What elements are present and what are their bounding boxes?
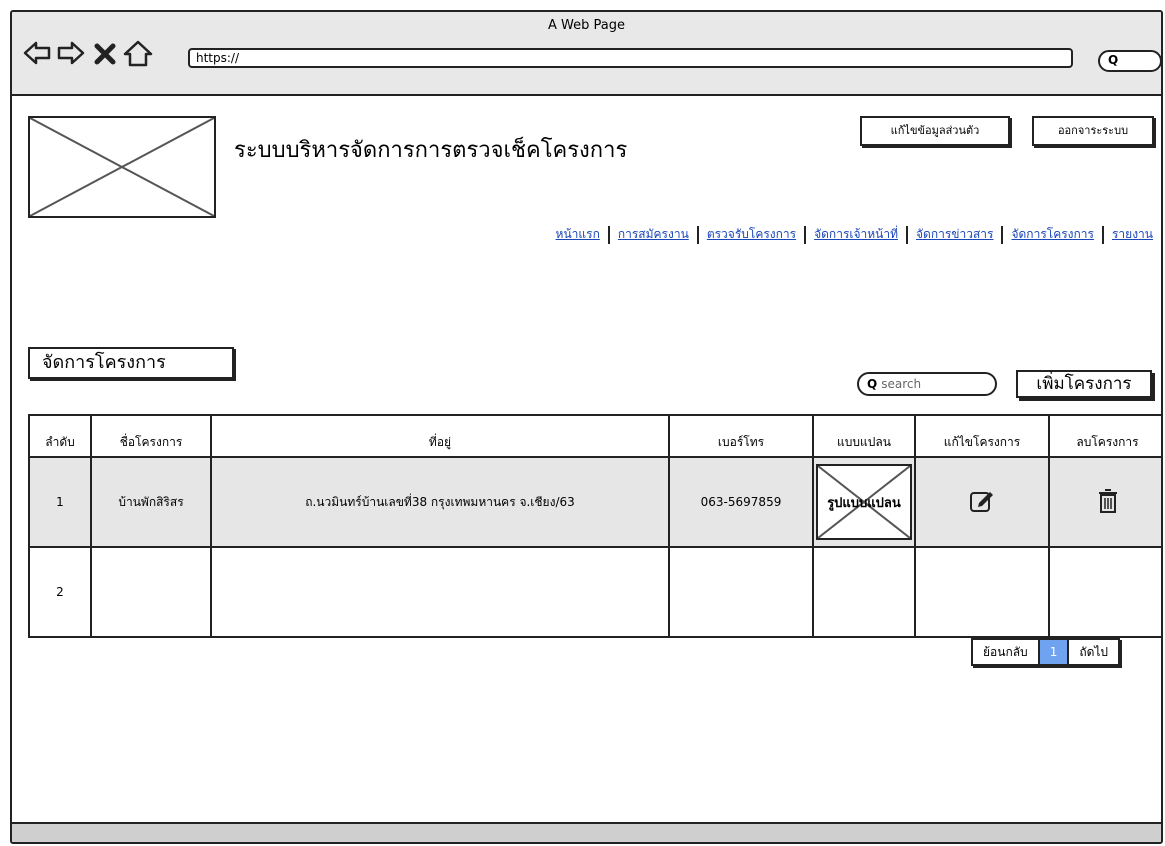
image-placeholder-icon xyxy=(29,117,215,217)
pagination-prev-button[interactable]: ย้อนกลับ xyxy=(973,640,1038,664)
menu-item-inspect-projects[interactable]: ตรวจรับโครงการ xyxy=(707,225,796,244)
cell-address xyxy=(210,546,670,638)
home-icon[interactable] xyxy=(122,38,154,68)
search-placeholder: search xyxy=(881,377,922,391)
browser-search-button[interactable]: Q xyxy=(1098,50,1161,72)
menu-divider xyxy=(1101,225,1104,244)
stop-icon[interactable] xyxy=(92,38,118,68)
section-title: จัดการโครงการ xyxy=(28,347,234,379)
cell-address: ถ.นวมินทร์บ้านเลขที่38 กรุงเทพมหานคร จ.เ… xyxy=(210,456,670,548)
pagination: ย้อนกลับ 1 ถัดไป xyxy=(971,638,1121,666)
menu-item-manage-projects[interactable]: จัดการโครงการ xyxy=(1011,225,1094,244)
edit-profile-button[interactable]: แก้ไขข้อมูลส่วนตัว xyxy=(860,116,1010,146)
menu-item-manage-staff[interactable]: จัดการเจ้าหน้าที่ xyxy=(814,225,898,244)
plan-image[interactable]: รูปแบบแปลน xyxy=(816,464,912,540)
cell-name: บ้านพักสิริสร xyxy=(90,456,212,548)
cell-edit xyxy=(914,546,1050,638)
menu-item-home[interactable]: หน้าแรก xyxy=(556,225,600,244)
window-title: A Web Page xyxy=(548,18,625,33)
search-icon: Q xyxy=(867,377,878,391)
col-header-edit: แก้ไขโครงการ xyxy=(914,414,1050,458)
menu-item-applications[interactable]: การสมัครงาน xyxy=(618,225,689,244)
table-row: 1 บ้านพักสิริสร ถ.นวมินทร์บ้านเลขที่38 ก… xyxy=(28,456,1161,548)
logout-button[interactable]: ออกจาระระบบ xyxy=(1032,116,1154,146)
cell-plan: รูปแบบแปลน xyxy=(812,456,916,548)
browser-window: A Web Page https:// Q ระบบบริหารจัดการกา… xyxy=(10,10,1163,844)
cell-delete xyxy=(1048,456,1161,548)
cell-plan xyxy=(812,546,916,638)
main-menu: หน้าแรก การสมัครงาน ตรวจรับโครงการ จัดกา… xyxy=(556,225,1153,244)
menu-item-manage-news[interactable]: จัดการข่าวสาร xyxy=(916,225,993,244)
col-header-delete: ลบโครงการ xyxy=(1048,414,1161,458)
menu-divider xyxy=(906,225,909,244)
table-row: 2 xyxy=(28,546,1161,638)
cell-phone xyxy=(668,546,814,638)
add-project-button[interactable]: เพิ่มโครงการ xyxy=(1016,370,1152,398)
browser-status-bar xyxy=(12,822,1161,842)
menu-divider xyxy=(696,225,699,244)
app-title: ระบบบริหารจัดการการตรวจเช็คโครงการ xyxy=(234,138,628,163)
col-header-name: ชื่อโครงการ xyxy=(90,414,212,458)
col-header-phone: เบอร์โทร xyxy=(668,414,814,458)
forward-icon[interactable] xyxy=(56,38,86,68)
table-header-row: ลำดับ ชื่อโครงการ ที่อยู่ เบอร์โทร แบบแป… xyxy=(28,414,1161,458)
col-header-no: ลำดับ xyxy=(28,414,92,458)
col-header-plan: แบบแปลน xyxy=(812,414,916,458)
menu-item-reports[interactable]: รายงาน xyxy=(1112,225,1153,244)
menu-divider xyxy=(607,225,610,244)
trash-icon[interactable] xyxy=(1096,487,1120,515)
projects-table: ลำดับ ชื่อโครงการ ที่อยู่ เบอร์โทร แบบแป… xyxy=(28,414,1161,638)
cell-delete xyxy=(1048,546,1161,638)
url-input[interactable]: https:// xyxy=(188,48,1073,68)
browser-chrome: A Web Page https:// Q xyxy=(12,12,1161,96)
cell-name xyxy=(90,546,212,638)
cell-no: 2 xyxy=(28,546,92,638)
edit-icon[interactable] xyxy=(968,488,996,514)
search-icon: Q xyxy=(1108,53,1119,67)
col-header-address: ที่อยู่ xyxy=(210,414,670,458)
cell-no: 1 xyxy=(28,456,92,548)
pagination-current-page[interactable]: 1 xyxy=(1037,640,1070,664)
plan-image-label: รูปแบบแปลน xyxy=(827,496,901,511)
cell-edit xyxy=(914,456,1050,548)
menu-divider xyxy=(804,225,807,244)
search-input[interactable]: Qsearch xyxy=(857,372,997,396)
cell-phone: 063-5697859 xyxy=(668,456,814,548)
menu-divider xyxy=(1001,225,1004,244)
logo-placeholder xyxy=(28,116,216,218)
pagination-next-button[interactable]: ถัดไป xyxy=(1069,640,1119,664)
back-icon[interactable] xyxy=(22,38,52,68)
